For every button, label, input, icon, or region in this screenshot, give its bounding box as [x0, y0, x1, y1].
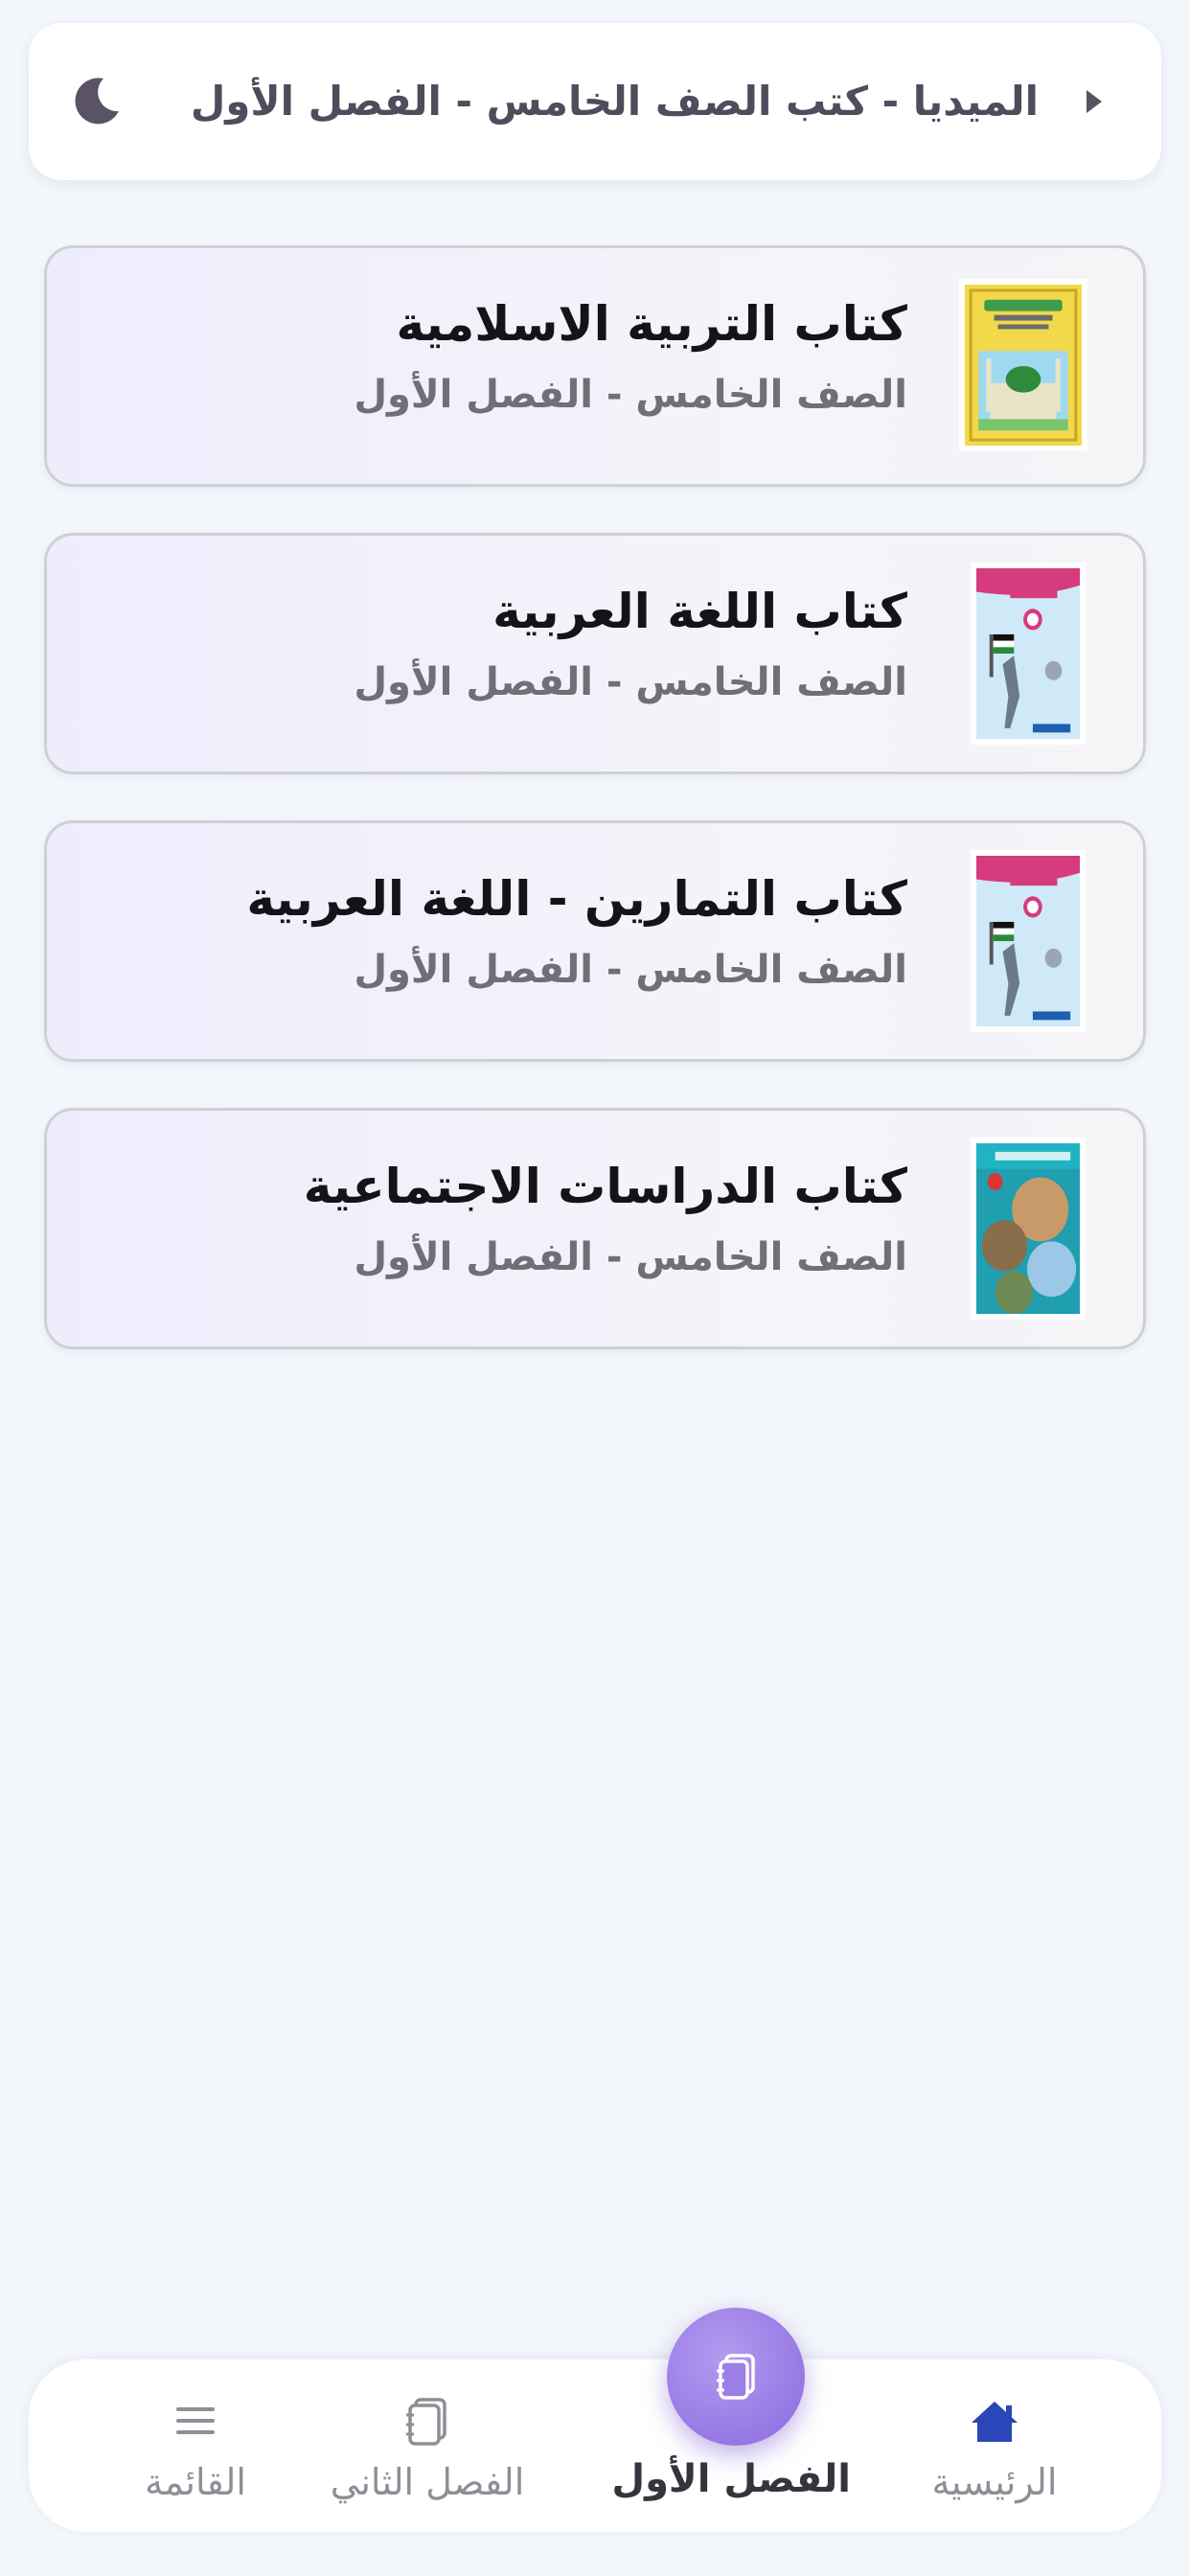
book-subtitle: الصف الخامس - الفصل الأول	[354, 373, 907, 417]
book-card-islamic[interactable]: كتاب التربية الاسلامية الصف الخامس - الف…	[44, 245, 1146, 487]
book-title: كتاب اللغة العربية	[492, 584, 907, 639]
page-title: الميديا - كتب الصف الخامس - الفصل الأول	[190, 78, 1039, 125]
book-subtitle: الصف الخامس - الفصل الأول	[354, 948, 907, 992]
book-title: كتاب التمارين - اللغة العربية	[246, 871, 907, 927]
social-studies-cover	[971, 1138, 1086, 1320]
notebook-icon	[717, 2354, 755, 2400]
book-title: كتاب الدراسات الاجتماعية	[303, 1159, 907, 1214]
top-bar: الميديا - كتب الصف الخامس - الفصل الأول	[29, 23, 1161, 180]
notebook-icon	[406, 2398, 446, 2446]
arabic-exercises-cover	[971, 850, 1086, 1032]
first-term-fab-button[interactable]	[667, 2308, 805, 2446]
nav-label: الفصل الأول	[611, 2457, 851, 2501]
book-card-social-studies[interactable]: كتاب الدراسات الاجتماعية الصف الخامس - ا…	[44, 1108, 1146, 1349]
book-subtitle: الصف الخامس - الفصل الأول	[354, 660, 907, 704]
islamic-education-cover	[959, 279, 1087, 451]
menu-icon	[176, 2407, 215, 2434]
arabic-language-cover	[971, 563, 1086, 745]
home-icon	[972, 2402, 1018, 2442]
book-card-arabic[interactable]: كتاب اللغة العربية الصف الخامس - الفصل ا…	[44, 533, 1146, 774]
nav-item-second-term[interactable]: الفصل الثاني	[312, 2359, 542, 2532]
nav-item-menu[interactable]: القائمة	[80, 2359, 310, 2532]
moon-icon[interactable]	[67, 73, 125, 130]
nav-item-home[interactable]: الرئيسية	[880, 2359, 1110, 2532]
book-card-arabic-exercises[interactable]: كتاب التمارين - اللغة العربية الصف الخام…	[44, 820, 1146, 1062]
bottom-nav: القائمة الفصل الثاني الفصل الأول الرئيسي…	[29, 2359, 1161, 2532]
nav-label: الرئيسية	[931, 2461, 1058, 2503]
book-subtitle: الصف الخامس - الفصل الأول	[354, 1235, 907, 1279]
nav-label: القائمة	[145, 2461, 246, 2503]
caret-right-icon[interactable]	[1075, 83, 1111, 120]
book-title: كتاب التربية الاسلامية	[396, 296, 907, 352]
nav-label: الفصل الثاني	[330, 2461, 525, 2503]
